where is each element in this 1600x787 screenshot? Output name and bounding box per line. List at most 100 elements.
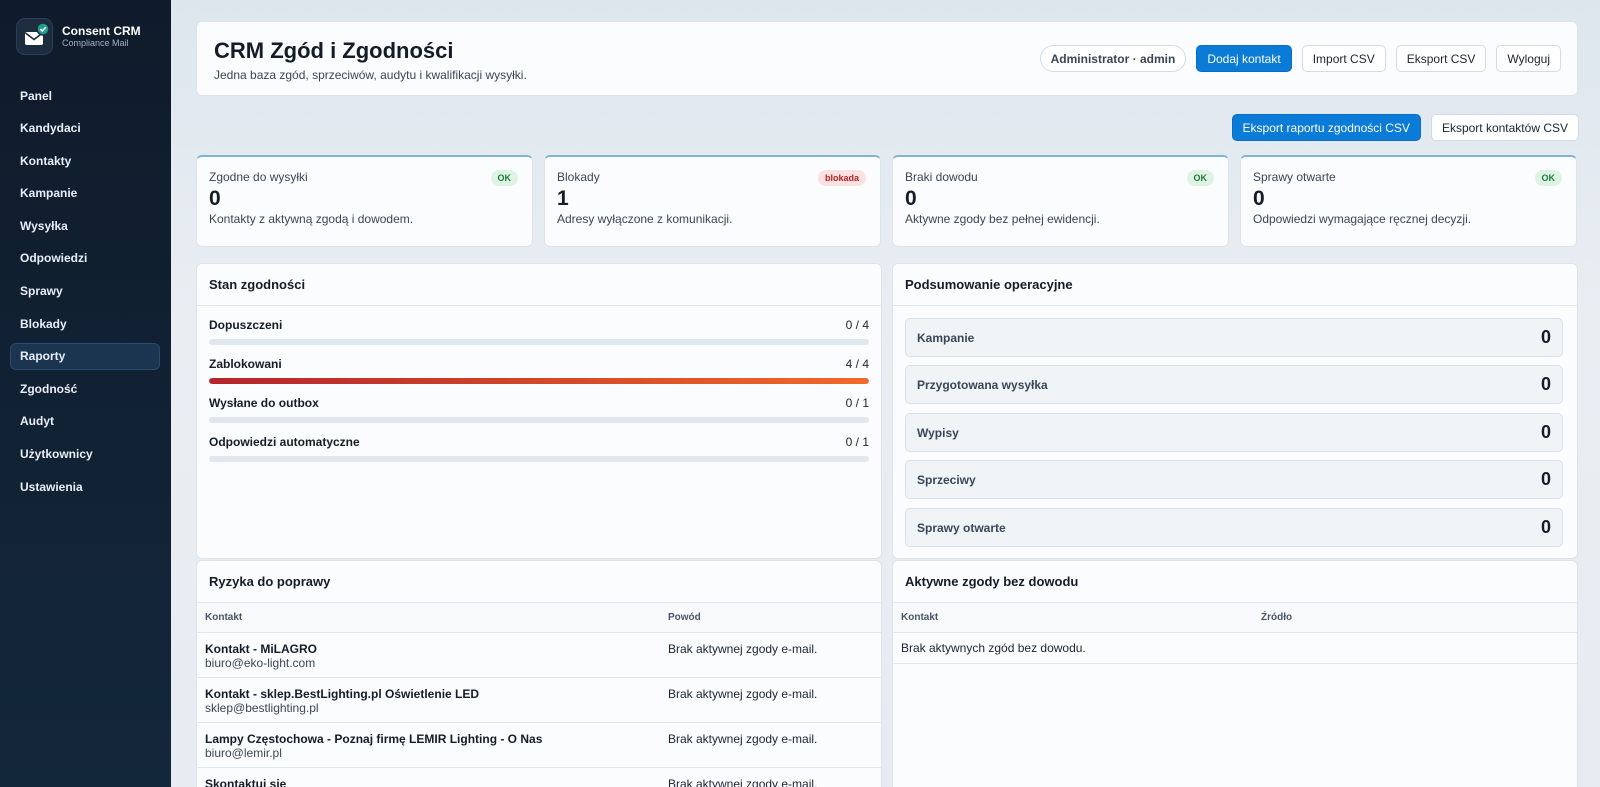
status-badge: blokada [817, 170, 866, 186]
ops-value: 0 [1540, 517, 1551, 537]
page-subtitle: Jedna baza zgód, sprzeciwów, audytu i kw… [214, 68, 527, 82]
column-header-contact[interactable]: Kontakt [893, 603, 1253, 633]
sidebar-nav: Panel Kandydaci Kontakty Kampanie Wysyłk… [10, 82, 160, 506]
no-proof-table: Kontakt Źródło Brak aktywnych zgód bez d… [893, 603, 1577, 664]
sidebar-item-uzytkownicy[interactable]: Użytkownicy [10, 441, 160, 468]
sidebar-item-audyt[interactable]: Audyt [10, 408, 160, 435]
stat-description: Aktywne zgody bez pełnej ewidencji. [905, 212, 1100, 226]
column-header-reason[interactable]: Powód [660, 603, 881, 633]
stat-label: Zgodne do wysyłki [209, 170, 308, 184]
sidebar-item-wysylka[interactable]: Wysyłka [10, 212, 160, 239]
ops-label: Sprzeciwy [917, 472, 976, 487]
ops-value: 0 [1540, 374, 1551, 394]
metric-auto-replies: Odpowiedzi automatyczne 0 / 1 [209, 435, 869, 462]
progress-bar [209, 417, 869, 423]
metric-count: 4 / 4 [845, 357, 869, 371]
stat-label: Braki dowodu [905, 170, 978, 184]
contact-email: biuro@eko-light.com [205, 655, 316, 670]
metric-count: 0 / 1 [845, 435, 869, 449]
sidebar-item-zgodnosc[interactable]: Zgodność [10, 375, 160, 402]
ops-label: Przygotowana wysyłka [917, 377, 1048, 392]
brand[interactable]: Consent CRM Compliance Mail [16, 18, 141, 55]
contact-name: Lampy Częstochowa - Poznaj firmę LEMIR L… [205, 731, 543, 746]
ops-value: 0 [1540, 327, 1551, 347]
ops-label: Kampanie [917, 330, 975, 345]
risk-reason: Brak aktywnej zgody e-mail. [668, 686, 818, 701]
stat-value: 0 [209, 187, 221, 210]
header-actions: Administrator · admin Dodaj kontakt Impo… [1039, 45, 1561, 72]
sidebar-item-sprawy[interactable]: Sprawy [10, 278, 160, 305]
ops-row-objections: Sprzeciwy 0 [905, 460, 1563, 499]
metric-name: Odpowiedzi automatyczne [209, 435, 360, 449]
active-consents-no-proof-panel: Aktywne zgody bez dowodu Kontakt Źródło … [892, 560, 1578, 787]
stat-description: Kontakty z aktywną zgodą i dowodem. [209, 212, 414, 226]
risks-table: Kontakt Powód Kontakt - MiLAGRO biuro@eko… [197, 603, 881, 787]
risk-reason: Brak aktywnej zgody e-mail. [668, 641, 818, 656]
export-compliance-report-button[interactable]: Eksport raportu zgodności CSV [1231, 114, 1421, 141]
empty-message: Brak aktywnych zgód bez dowodu. [893, 632, 1577, 664]
sidebar-item-raporty[interactable]: Raporty [10, 342, 160, 370]
stat-description: Odpowiedzi wymagające ręcznej decyzji. [1253, 212, 1472, 226]
status-badge: OK [1534, 170, 1562, 186]
sidebar-item-kontakty[interactable]: Kontakty [10, 147, 160, 174]
status-badge: OK [490, 170, 518, 186]
stat-value: 1 [557, 187, 569, 210]
metric-allowed: Dopuszczeni 0 / 4 [209, 318, 869, 345]
stat-card-blocks: Blokady blokada 1 Adresy wyłączone z kom… [544, 155, 881, 247]
user-badge[interactable]: Administrator · admin [1039, 45, 1187, 72]
stat-label: Sprawy otwarte [1253, 170, 1336, 184]
brand-name: Consent CRM [62, 24, 141, 38]
ops-row-open-cases: Sprawy otwarte 0 [905, 508, 1563, 547]
progress-fill [209, 378, 869, 384]
table-row[interactable]: Kontakt - sklep.BestLighting.pl Oświetle… [197, 677, 881, 723]
brand-subtitle: Compliance Mail [62, 38, 129, 48]
stat-card-missing-proof: Braki dowodu OK 0 Aktywne zgody bez pełn… [892, 155, 1229, 247]
stat-card-compliant: Zgodne do wysyłki OK 0 Kontakty z aktywn… [196, 155, 533, 247]
ops-value: 0 [1540, 469, 1551, 489]
table-row[interactable]: Lampy Częstochowa - Poznaj firmę LEMIR L… [197, 722, 881, 768]
sidebar-item-panel[interactable]: Panel [10, 82, 160, 109]
risk-reason: Brak aktywnej zgody e-mail. [668, 776, 818, 787]
sidebar-item-ustawienia[interactable]: Ustawienia [10, 473, 160, 500]
empty-row: Brak aktywnych zgód bez dowodu. [893, 632, 1577, 664]
progress-bar [209, 378, 869, 384]
metric-count: 0 / 4 [845, 318, 869, 332]
table-row[interactable]: Kontakt - MiLAGRO biuro@eko-light.com Bra… [197, 632, 881, 678]
contact-name: Skontaktuj się [205, 776, 287, 787]
metric-name: Wysłane do outbox [209, 396, 319, 410]
risks-panel: Ryzyka do poprawy Kontakt Powód Kontakt … [196, 560, 882, 787]
add-contact-button[interactable]: Dodaj kontakt [1196, 45, 1292, 72]
column-header-source[interactable]: Źródło [1253, 603, 1577, 633]
operational-summary-panel: Podsumowanie operacyjne Kampanie 0 Przyg… [892, 263, 1578, 559]
stat-value: 0 [1253, 187, 1265, 210]
page-header: CRM Zgód i Zgodności Jedna baza zgód, sp… [196, 21, 1578, 96]
metric-name: Zablokowani [209, 357, 282, 371]
column-header-contact[interactable]: Kontakt [197, 603, 660, 633]
ops-label: Wypisy [917, 425, 959, 440]
contact-name: Kontakt - MiLAGRO [205, 641, 317, 656]
compliance-status-panel: Stan zgodności Dopuszczeni 0 / 4 Zabloko… [196, 263, 882, 559]
logout-button[interactable]: Wyloguj [1496, 45, 1561, 72]
contact-email: sklep@bestlighting.pl [205, 700, 319, 715]
sidebar-item-kampanie[interactable]: Kampanie [10, 180, 160, 207]
export-actions: Eksport raportu zgodności CSV Eksport ko… [1231, 114, 1579, 141]
stat-card-open-cases: Sprawy otwarte OK 0 Odpowiedzi wymagając… [1240, 155, 1577, 247]
panel-title: Aktywne zgody bez dowodu [893, 561, 1577, 603]
panel-title: Ryzyka do poprawy [197, 561, 881, 603]
status-badge: OK [1186, 170, 1214, 186]
risk-reason: Brak aktywnej zgody e-mail. [668, 731, 818, 746]
sidebar-item-kandydaci[interactable]: Kandydaci [10, 115, 160, 142]
import-csv-button[interactable]: Import CSV [1301, 45, 1386, 72]
ops-row-unsubscribes: Wypisy 0 [905, 413, 1563, 452]
sidebar-item-odpowiedzi[interactable]: Odpowiedzi [10, 245, 160, 272]
export-csv-button[interactable]: Eksport CSV [1395, 45, 1487, 72]
sidebar: Consent CRM Compliance Mail Panel Kandyd… [0, 0, 171, 787]
table-row[interactable]: Skontaktuj się Brak aktywnej zgody e-mai… [197, 767, 881, 787]
metric-sent-outbox: Wysłane do outbox 0 / 1 [209, 396, 869, 423]
sidebar-item-blokady[interactable]: Blokady [10, 310, 160, 337]
export-contacts-button[interactable]: Eksport kontaktów CSV [1430, 114, 1579, 141]
contact-email: biuro@lemir.pl [205, 745, 282, 760]
progress-bar [209, 339, 869, 345]
page-title: CRM Zgód i Zgodności [214, 38, 454, 63]
stat-label: Blokady [557, 170, 600, 184]
